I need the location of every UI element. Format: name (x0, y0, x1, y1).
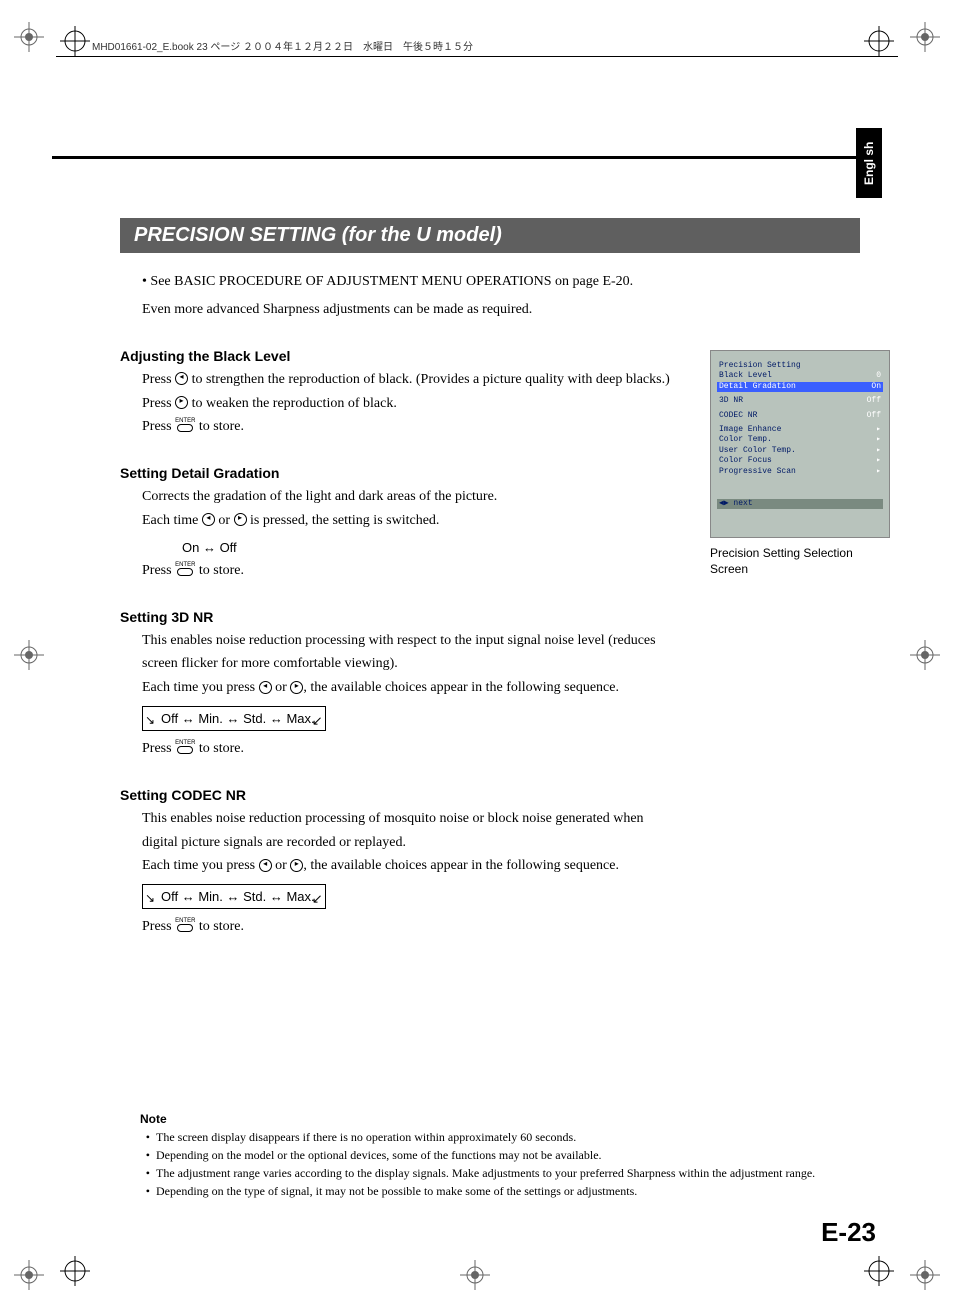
osd-item: Progressive Scan (719, 467, 796, 477)
nr3d-line-3: Press ENTER to store. (142, 737, 860, 761)
text: Each time (142, 513, 202, 528)
registration-mark-icon (14, 1260, 44, 1290)
osd-value: Off (867, 411, 881, 421)
osd-item: Image Enhance (719, 425, 781, 435)
text: Press (142, 919, 175, 934)
nr3d-sequence-box: ↘Off ↔ Min. ↔ Std. ↔ Max.↙ (142, 706, 326, 731)
note-item: The adjustment range varies according to… (156, 1166, 860, 1181)
osd-item: 3D NR (719, 396, 743, 406)
registration-mark-icon (910, 640, 940, 670)
osd-item: Black Level (719, 371, 772, 381)
osd-item: Color Temp. (719, 435, 772, 445)
osd-arrow-icon: ▸ (876, 435, 881, 445)
text: Press (142, 563, 175, 578)
note-item: Depending on the model or the optional d… (156, 1148, 860, 1163)
section-title: PRECISION SETTING (for the U model) (120, 218, 860, 253)
text: Each time you press (142, 858, 259, 873)
text: to store. (195, 919, 244, 934)
note-item: Depending on the type of signal, it may … (156, 1184, 860, 1199)
nr3d-line-2: Each time you press or , the available c… (142, 676, 860, 700)
right-button-icon (175, 396, 188, 409)
osd-value: On (871, 382, 881, 392)
text: Press (142, 419, 175, 434)
left-button-icon (259, 859, 272, 872)
text: , the available choices appear in the fo… (303, 858, 619, 873)
enter-button-icon: ENTER (175, 562, 195, 576)
intro-text: Even more advanced Sharpness adjustments… (142, 299, 860, 321)
text: or (272, 680, 291, 695)
text: Press (142, 396, 175, 411)
print-header-meta: MHD01661-02_E.book 23 ページ ２００４年１２月２２日 水曜… (92, 38, 473, 53)
crop-mark-icon (60, 1256, 90, 1286)
intro-reference: See BASIC PROCEDURE OF ADJUSTMENT MENU O… (142, 271, 860, 293)
text: or (272, 858, 291, 873)
registration-mark-icon (14, 640, 44, 670)
right-button-icon (234, 513, 247, 526)
page-number: E-23 (821, 1217, 876, 1248)
osd-screen: Precision Setting Black Level 0 Detail Gr… (710, 350, 890, 538)
heading-3d-nr: Setting 3D NR (120, 609, 860, 625)
codec-line-3: Press ENTER to store. (142, 915, 860, 939)
osd-arrow-icon: ▸ (876, 467, 881, 477)
crop-mark-icon (864, 26, 894, 56)
osd-title: Precision Setting (719, 361, 801, 371)
osd-arrow-icon: ▸ (876, 425, 881, 435)
osd-caption: Precision Setting Selection Screen (710, 546, 890, 577)
osd-value: Off (867, 396, 881, 406)
left-button-icon (202, 513, 215, 526)
osd-arrow-icon: ▸ (876, 446, 881, 456)
sequence-text: Off ↔ Min. ↔ Std. ↔ Max. (161, 711, 315, 726)
heading-codec-nr: Setting CODEC NR (120, 787, 860, 803)
osd-arrow-icon: ▸ (876, 456, 881, 466)
enter-button-icon: ENTER (175, 918, 195, 932)
text: is pressed, the setting is switched. (247, 513, 440, 528)
note-item: The screen display disappears if there i… (156, 1130, 860, 1145)
nr3d-line-1: This enables noise reduction processing … (142, 629, 662, 677)
osd-nav-hint: ◀▶ next (717, 499, 883, 509)
osd-value: 0 (876, 371, 881, 381)
enter-button-icon: ENTER (175, 418, 195, 432)
right-button-icon (290, 681, 303, 694)
registration-mark-icon (14, 22, 44, 52)
osd-item: Color Focus (719, 456, 772, 466)
registration-mark-icon (910, 22, 940, 52)
right-button-icon (290, 859, 303, 872)
text: to store. (195, 741, 244, 756)
registration-mark-icon (910, 1260, 940, 1290)
language-tab: English (856, 128, 882, 198)
codec-sequence-box: ↘Off ↔ Min. ↔ Std. ↔ Max.↙ (142, 884, 326, 909)
text: to store. (195, 419, 244, 434)
text: Each time you press (142, 680, 259, 695)
text: to store. (195, 563, 244, 578)
top-rule (52, 156, 882, 159)
text: , the available choices appear in the fo… (303, 680, 619, 695)
enter-button-icon: ENTER (175, 740, 195, 754)
crop-mark-icon (864, 1256, 894, 1286)
osd-item-selected: Detail Gradation (719, 382, 796, 392)
osd-preview: Precision Setting Black Level 0 Detail Gr… (710, 350, 890, 577)
left-button-icon (175, 372, 188, 385)
osd-item: CODEC NR (719, 411, 757, 421)
text: or (215, 513, 234, 528)
text: Press (142, 372, 175, 387)
crop-mark-icon (60, 26, 90, 56)
text: to strengthen the reproduction of black.… (188, 372, 670, 387)
notes-heading: Note (140, 1112, 860, 1126)
codec-line-1: This enables noise reduction processing … (142, 807, 662, 855)
codec-line-2: Each time you press or , the available c… (142, 854, 860, 878)
osd-item: User Color Temp. (719, 446, 796, 456)
sequence-text: Off ↔ Min. ↔ Std. ↔ Max. (161, 889, 315, 904)
text: to weaken the reproduction of black. (188, 396, 397, 411)
registration-mark-icon (460, 1260, 490, 1290)
text: Press (142, 741, 175, 756)
left-button-icon (259, 681, 272, 694)
header-rule (56, 56, 898, 57)
